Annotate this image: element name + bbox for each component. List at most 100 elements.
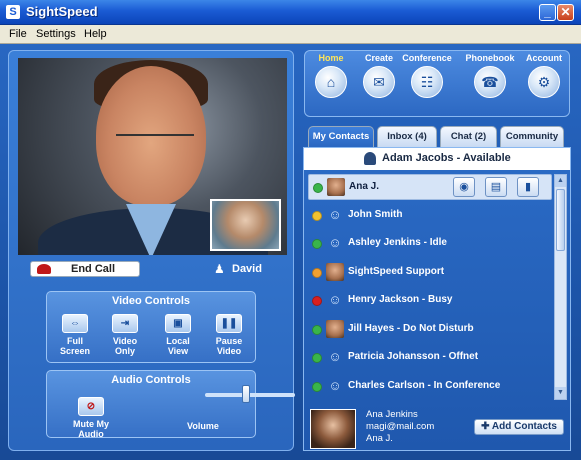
phonebook-icon: ☎ xyxy=(474,66,506,98)
local-video-preview[interactable] xyxy=(210,199,281,251)
contact-name: Henry Jackson - Busy xyxy=(348,294,453,305)
contact-name: SightSpeed Support xyxy=(348,265,445,277)
default-contact-icon: ☺ xyxy=(328,377,342,393)
audio-controls-box: Audio Controls ⊘ Mute My Audio Volume xyxy=(46,370,295,439)
video-controls-box: Video Controls ⇔ Full Screen ⇥ Video Onl… xyxy=(46,291,256,363)
end-call-label: End Call xyxy=(71,263,116,275)
video-only-label: Video Only xyxy=(112,336,138,356)
video-controls-title: Video Controls xyxy=(111,295,191,307)
call-bar: End Call ♟ David xyxy=(18,258,287,280)
status-dot-icon xyxy=(312,381,322,392)
nav-home[interactable]: Home ⌂ xyxy=(305,53,357,98)
contacts-panel: Adam Jacobs - Available Ana J. ◉ ▤ ▮ ☺ John S… xyxy=(303,147,571,451)
contact-list: Ana J. ◉ ▤ ▮ ☺ John Smith ☺ Ashley Jenkins - Id… xyxy=(308,174,552,406)
contact-list-scrollbar[interactable]: ▲ ▼ xyxy=(554,174,567,400)
create-icon: ✉ xyxy=(363,66,395,98)
contact-row[interactable]: ☺ Ashley Jenkins - Idle xyxy=(308,231,552,257)
profile-email: magi@mail.com xyxy=(366,421,435,432)
user-icon xyxy=(364,152,376,165)
default-contact-icon: ☺ xyxy=(328,235,342,250)
phone-hangup-icon xyxy=(37,264,51,274)
scroll-up-icon[interactable]: ▲ xyxy=(555,175,566,187)
status-dot-icon xyxy=(312,239,322,249)
contact-name: Ashley Jenkins - Idle xyxy=(348,237,447,248)
status-dot-icon xyxy=(312,296,322,306)
remote-name: David xyxy=(232,263,262,275)
menu-bar: File Settings Help xyxy=(0,25,581,44)
audio-controls-title: Audio Controls xyxy=(111,374,191,386)
app-logo-icon: S xyxy=(6,5,20,19)
add-contacts-label: Add Contacts xyxy=(491,421,557,432)
contact-row[interactable]: SightSpeed Support xyxy=(308,260,552,286)
profile-photo xyxy=(310,409,356,449)
full-screen-button[interactable]: ⇔ Full Screen xyxy=(55,314,95,356)
local-view-icon: ▣ xyxy=(165,314,191,333)
my-status-text: Adam Jacobs - Available xyxy=(382,152,511,164)
volume-label: Volume xyxy=(187,421,219,431)
contact-name: Ana J. xyxy=(349,181,380,192)
close-button[interactable]: ✕ xyxy=(557,4,574,21)
nav-phonebook[interactable]: Phonebook ☎ xyxy=(464,53,516,98)
contact-row[interactable]: Ana J. ◉ ▤ ▮ xyxy=(308,174,552,200)
add-contacts-button[interactable]: ✚ Add Contacts xyxy=(474,419,564,435)
mute-audio-button[interactable]: ⊘ Mute My Audio xyxy=(61,397,121,439)
profile-alias: Ana J. xyxy=(366,433,393,444)
nav-create[interactable]: Create ✉ xyxy=(353,53,405,98)
tab-my-contacts[interactable]: My Contacts xyxy=(308,126,374,148)
title-bar: S SightSpeed _ ✕ xyxy=(0,0,581,25)
contact-avatar xyxy=(327,178,345,196)
default-contact-icon: ☺ xyxy=(328,349,342,364)
pause-video-icon: ❚❚ xyxy=(216,314,242,333)
mute-audio-label: Mute My Audio xyxy=(73,419,109,439)
window-title: SightSpeed xyxy=(26,4,98,19)
tab-chat[interactable]: Chat (2) xyxy=(440,126,497,147)
mute-microphone-icon: ⊘ xyxy=(78,397,104,416)
person-icon: ♟ xyxy=(214,262,225,276)
selected-contact-profile: Ana Jenkins magi@mail.com Ana J. ✚ Add C… xyxy=(304,406,570,452)
volume-slider-track[interactable] xyxy=(205,393,295,397)
full-screen-icon: ⇔ xyxy=(62,314,88,333)
contact-row[interactable]: ☺ Patricia Johansson - Offnet xyxy=(308,345,552,371)
video-call-icon[interactable]: ◉ xyxy=(453,177,475,197)
scroll-thumb[interactable] xyxy=(556,189,565,251)
video-only-icon: ⇥ xyxy=(112,314,138,333)
contact-row[interactable]: ☺ Charles Carlson - In Conference xyxy=(308,374,552,400)
local-view-button[interactable]: ▣ Local View xyxy=(158,314,198,356)
minimize-button[interactable]: _ xyxy=(539,4,556,21)
contact-name: Jill Hayes - Do Not Disturb xyxy=(348,322,474,334)
tab-inbox[interactable]: Inbox (4) xyxy=(377,126,437,147)
contact-row[interactable]: ☺ John Smith xyxy=(308,203,552,229)
contact-card-icon[interactable]: ▤ xyxy=(485,177,507,197)
status-dot-icon xyxy=(312,210,322,221)
conference-icon: ☷ xyxy=(411,66,443,98)
video-only-button[interactable]: ⇥ Video Only xyxy=(105,314,145,356)
status-dot-icon xyxy=(312,353,322,363)
menu-file[interactable]: File xyxy=(9,28,27,40)
status-dot-icon xyxy=(313,183,323,193)
my-status-bar[interactable]: Adam Jacobs - Available xyxy=(304,148,570,170)
full-screen-label: Full Screen xyxy=(59,336,91,356)
default-contact-icon: ☺ xyxy=(328,292,342,307)
home-icon: ⌂ xyxy=(315,66,347,98)
main-navigation: Home ⌂ Create ✉ Conference ☷ Phonebook ☎… xyxy=(304,50,570,117)
contact-row[interactable]: ☺ Henry Jackson - Busy xyxy=(308,288,552,314)
contact-avatar xyxy=(326,262,344,281)
status-dot-icon xyxy=(312,267,322,278)
menu-help[interactable]: Help xyxy=(84,28,107,40)
menu-settings[interactable]: Settings xyxy=(36,28,76,40)
tab-community[interactable]: Community xyxy=(500,126,564,147)
pause-video-label: Pause Video xyxy=(215,336,243,356)
volume-slider-thumb[interactable] xyxy=(241,385,250,403)
nav-account[interactable]: Account ⚙ xyxy=(518,53,570,98)
contact-avatar xyxy=(326,319,344,338)
pause-video-button[interactable]: ❚❚ Pause Video xyxy=(209,314,249,356)
status-dot-icon xyxy=(312,324,322,335)
contact-row[interactable]: Jill Hayes - Do Not Disturb xyxy=(308,317,552,343)
plus-icon: ✚ xyxy=(481,421,490,432)
end-call-button[interactable]: End Call xyxy=(30,261,140,277)
default-contact-icon: ☺ xyxy=(328,206,342,222)
phonebook-book-icon[interactable]: ▮ xyxy=(517,177,539,197)
nav-conference[interactable]: Conference ☷ xyxy=(401,53,453,98)
account-icon: ⚙ xyxy=(528,66,560,98)
scroll-down-icon[interactable]: ▼ xyxy=(555,387,566,399)
